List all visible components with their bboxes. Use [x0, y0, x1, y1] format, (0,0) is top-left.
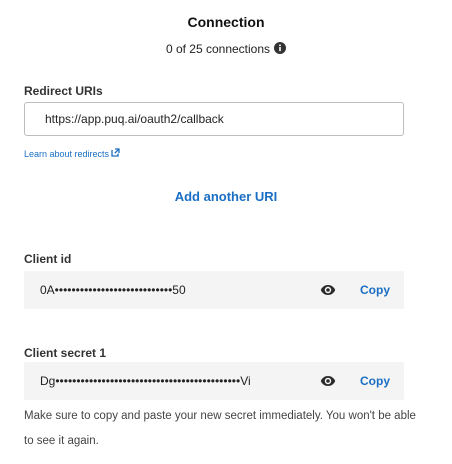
client-id-label: Client id [24, 252, 72, 266]
info-circle-icon[interactable] [274, 42, 287, 57]
client-secret-label: Client secret 1 [24, 346, 107, 360]
eye-icon[interactable] [320, 374, 336, 392]
client-id-masked-value: 0A••••••••••••••••••••••••••••50 [40, 283, 186, 297]
external-link-icon [111, 148, 120, 159]
learn-link-text: Learn about redirects [24, 149, 110, 159]
add-another-uri-button[interactable]: Add another URI [0, 189, 452, 204]
client-secret-masked-value: Dg••••••••••••••••••••••••••••••••••••••… [40, 374, 251, 388]
client-secret-field: Dg••••••••••••••••••••••••••••••••••••••… [24, 362, 404, 400]
client-secret-copy-button[interactable]: Copy [360, 362, 390, 400]
client-id-copy-button[interactable]: Copy [360, 271, 390, 309]
secret-warning-note: Make sure to copy and paste your new sec… [24, 410, 416, 447]
connection-count-text: 0 of 25 connections [165, 42, 271, 56]
redirect-uri-input[interactable] [24, 102, 404, 136]
page-title: Connection [187, 14, 265, 30]
learn-about-redirects-link[interactable]: Learn about redirects [24, 148, 120, 159]
connection-count: 0 of 25 connections [0, 42, 452, 57]
redirect-uris-label: Redirect URIs [24, 84, 103, 98]
client-id-field: 0A••••••••••••••••••••••••••••50 Copy [24, 271, 404, 309]
eye-icon[interactable] [320, 283, 336, 301]
